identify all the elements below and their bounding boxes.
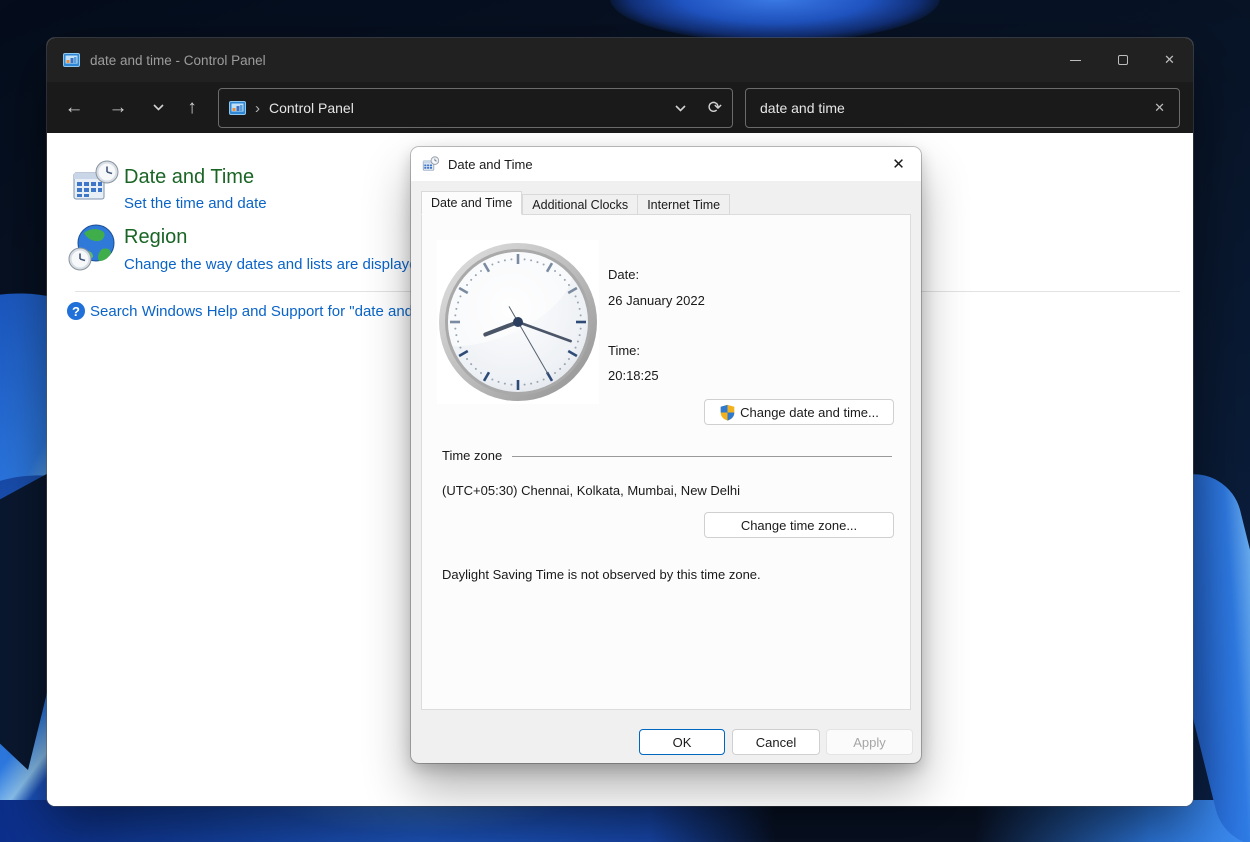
dialog-date-time-icon <box>422 156 440 173</box>
cancel-button[interactable]: Cancel <box>732 729 820 755</box>
close-icon: ✕ <box>1164 52 1175 68</box>
region-icon <box>66 221 118 273</box>
clock-center-cap <box>513 317 523 327</box>
tab-date-and-time[interactable]: Date and Time <box>421 191 522 215</box>
wallpaper-bloom-arc <box>610 0 940 42</box>
clock-face <box>437 240 599 404</box>
up-button[interactable]: ↑ <box>177 82 207 133</box>
help-search-link[interactable]: Search Windows Help and Support for "dat… <box>90 303 413 320</box>
change-time-zone-label: Change time zone... <box>741 518 857 533</box>
tab-internet-time[interactable]: Internet Time <box>638 194 730 215</box>
result-date-and-time-subtitle[interactable]: Set the time and date <box>124 195 267 212</box>
date-time-tab-page: Date: 26 January 2022 Time: 20:18:25 Cha… <box>421 214 911 710</box>
analog-clock <box>437 240 599 404</box>
forward-button[interactable]: → <box>103 82 133 133</box>
apply-button[interactable]: Apply <box>826 729 913 755</box>
control-panel-icon <box>229 101 246 116</box>
result-region-subtitle[interactable]: Change the way dates and lists are displ… <box>124 256 418 273</box>
date-time-icon <box>72 159 120 207</box>
uac-shield-icon <box>719 404 736 421</box>
result-region-link[interactable]: Region <box>124 226 187 249</box>
dialog-close-icon: ✕ <box>892 155 905 173</box>
recent-pages-button[interactable] <box>143 82 173 133</box>
control-panel-icon <box>63 53 80 68</box>
search-box[interactable]: date and time ✕ <box>745 88 1180 128</box>
date-value: 26 January 2022 <box>608 293 705 308</box>
address-bar[interactable]: › Control Panel ⟳ <box>218 88 733 128</box>
date-time-dialog: Date and Time ✕ Date and Time Additional… <box>411 147 921 763</box>
navigation-toolbar: ← → ↑ › Control Panel ⟳ <box>47 82 1193 133</box>
back-icon: ← <box>65 97 84 119</box>
window-title: date and time - Control Panel <box>90 53 266 68</box>
timezone-value: (UTC+05:30) Chennai, Kolkata, Mumbai, Ne… <box>442 483 740 498</box>
date-label: Date: <box>608 267 639 282</box>
ok-button[interactable]: OK <box>639 729 725 755</box>
back-button[interactable]: ← <box>59 82 89 133</box>
close-button[interactable]: ✕ <box>1146 38 1193 82</box>
maximize-icon <box>1118 55 1128 65</box>
up-icon: ↑ <box>187 97 197 119</box>
refresh-icon[interactable]: ⟳ <box>708 98 722 118</box>
time-label: Time: <box>608 343 640 358</box>
dialog-tabstrip: Date and Time Additional Clocks Internet… <box>421 191 730 215</box>
tab-additional-clocks[interactable]: Additional Clocks <box>522 194 638 215</box>
timezone-section-line <box>512 456 892 457</box>
dialog-titlebar[interactable]: Date and Time ✕ <box>411 147 921 181</box>
minimize-button[interactable] <box>1052 38 1099 82</box>
breadcrumb[interactable]: Control Panel <box>269 100 354 116</box>
breadcrumb-chevron-icon: › <box>255 100 260 117</box>
time-value: 20:18:25 <box>608 368 659 383</box>
desktop: date and time - Control Panel ✕ ← → ↑ <box>0 0 1250 842</box>
dialog-title: Date and Time <box>448 157 533 172</box>
dialog-close-button[interactable]: ✕ <box>876 147 921 181</box>
forward-icon: → <box>109 97 128 119</box>
search-clear-icon[interactable]: ✕ <box>1154 100 1165 116</box>
change-time-zone-button[interactable]: Change time zone... <box>704 512 894 538</box>
minimize-icon <box>1070 60 1081 61</box>
chevron-down-icon <box>153 104 164 111</box>
change-date-time-label: Change date and time... <box>740 405 879 420</box>
dst-note: Daylight Saving Time is not observed by … <box>442 567 761 582</box>
search-input[interactable]: date and time <box>760 100 845 116</box>
address-dropdown-icon[interactable] <box>675 105 686 112</box>
change-date-time-button[interactable]: Change date and time... <box>704 399 894 425</box>
maximize-button[interactable] <box>1099 38 1146 82</box>
help-icon: ? <box>67 302 85 320</box>
timezone-section-label: Time zone <box>442 448 502 463</box>
result-date-and-time-link[interactable]: Date and Time <box>124 166 254 189</box>
window-titlebar[interactable]: date and time - Control Panel ✕ <box>47 38 1193 82</box>
